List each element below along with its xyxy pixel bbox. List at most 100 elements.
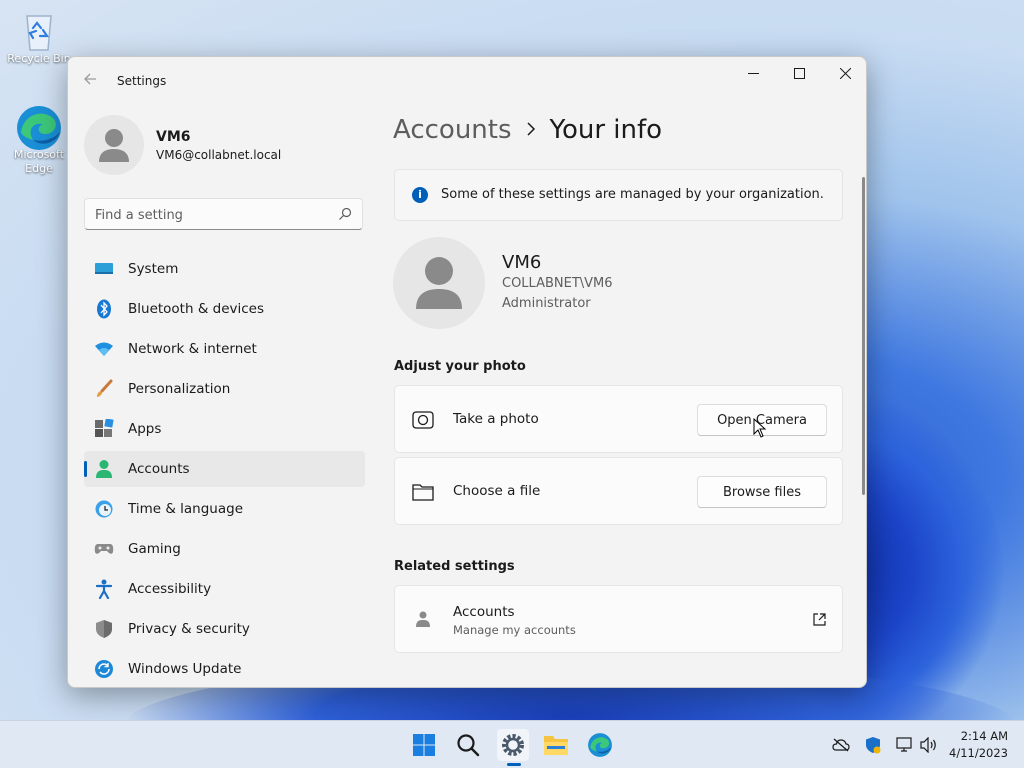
- scrollbar[interactable]: [862, 177, 865, 495]
- back-button[interactable]: [80, 71, 100, 91]
- sidebar-item-windows-update[interactable]: Windows Update: [84, 651, 365, 687]
- settings-icon: [502, 734, 524, 756]
- managed-notice: i Some of these settings are managed by …: [394, 169, 843, 221]
- desktop-icon-edge[interactable]: Microsoft Edge: [4, 104, 74, 176]
- system-icon: [94, 259, 114, 279]
- sidebar-item-time-language[interactable]: Time & language: [84, 491, 365, 527]
- sidebar-nav: System Bluetooth & devices Network & int…: [84, 251, 365, 687]
- taskbar-file-explorer-button[interactable]: [540, 729, 572, 761]
- sidebar-item-privacy[interactable]: Privacy & security: [84, 611, 365, 647]
- cloud-offline-icon: [832, 738, 850, 752]
- taskbar-edge-button[interactable]: [584, 729, 616, 761]
- maximize-icon: [793, 67, 805, 79]
- accessibility-icon: [94, 579, 114, 599]
- update-icon: [94, 659, 114, 679]
- notice-text: Some of these settings are managed by yo…: [441, 187, 824, 202]
- active-app-indicator: [507, 763, 521, 766]
- sidebar-item-label: Network & internet: [128, 341, 257, 357]
- related-accounts-row[interactable]: Accounts Manage my accounts: [394, 585, 843, 653]
- sidebar-item-network[interactable]: Network & internet: [84, 331, 365, 367]
- sidebar-item-label: Personalization: [128, 381, 231, 397]
- profile-name: VM6: [156, 129, 191, 145]
- clock-globe-icon: [94, 499, 114, 519]
- taskbar: 2:14 AM 4/11/2023: [0, 720, 1024, 768]
- title-bar[interactable]: Settings: [68, 57, 866, 105]
- user-domain: COLLABNET\VM6: [502, 276, 613, 291]
- sidebar-item-label: Bluetooth & devices: [128, 301, 265, 317]
- folder-icon: [412, 484, 434, 501]
- start-button[interactable]: [408, 729, 440, 761]
- tray-cloud-offline[interactable]: [831, 735, 851, 755]
- desktop-icon-label: Recycle Bin: [7, 52, 71, 65]
- clock-date: 4/11/2023: [949, 746, 1008, 760]
- start-icon: [413, 734, 435, 756]
- accounts-icon: [94, 459, 114, 479]
- avatar-person-icon: [416, 257, 462, 309]
- open-external-icon: [813, 613, 826, 626]
- sidebar-item-label: Windows Update: [128, 661, 242, 677]
- profile-email: VM6@collabnet.local: [156, 148, 282, 162]
- file-explorer-icon: [544, 736, 568, 755]
- sidebar-item-accounts[interactable]: Accounts: [84, 451, 365, 487]
- desktop-icon-recycle-bin[interactable]: Recycle Bin: [4, 8, 74, 66]
- recycle-bin-icon: [19, 8, 59, 51]
- sidebar-item-label: Privacy & security: [128, 621, 250, 637]
- taskbar-settings-button[interactable]: [497, 729, 529, 761]
- camera-icon: [412, 411, 434, 429]
- related-settings-heading: Related settings: [394, 559, 515, 574]
- profile-avatar[interactable]: [84, 115, 144, 175]
- minimize-icon: [747, 72, 759, 74]
- wifi-icon: [94, 339, 114, 359]
- shield-icon: [94, 619, 114, 639]
- close-button[interactable]: [822, 57, 866, 89]
- network-icon: [896, 737, 912, 752]
- related-accounts-sublabel: Manage my accounts: [453, 623, 576, 637]
- gamepad-icon: [94, 539, 114, 559]
- tray-volume[interactable]: [919, 735, 939, 755]
- info-icon: i: [412, 187, 428, 203]
- clock-time: 2:14 AM: [960, 729, 1008, 743]
- search-icon[interactable]: [338, 207, 352, 221]
- related-accounts-label: Accounts: [453, 604, 515, 620]
- sidebar-item-label: Accounts: [128, 461, 190, 477]
- system-clock[interactable]: 2:14 AM 4/11/2023: [949, 728, 1008, 762]
- choose-file-label: Choose a file: [453, 483, 541, 499]
- close-icon: [839, 67, 851, 79]
- user-avatar: [393, 237, 485, 329]
- edge-icon: [588, 733, 612, 757]
- user-name: VM6: [502, 252, 542, 273]
- desktop-icon-label: Microsoft Edge: [13, 148, 65, 175]
- minimize-button[interactable]: [730, 57, 776, 89]
- chevron-right-icon: [526, 120, 536, 141]
- taskbar-search-button[interactable]: [452, 729, 484, 761]
- sidebar-item-apps[interactable]: Apps: [84, 411, 365, 447]
- settings-window: Settings VM6 VM6@collabnet.local System …: [67, 56, 867, 688]
- search-box[interactable]: [84, 198, 363, 230]
- search-icon: [457, 734, 480, 757]
- user-role: Administrator: [502, 296, 591, 311]
- edge-icon: [17, 104, 61, 150]
- maximize-button[interactable]: [776, 57, 822, 89]
- sidebar-item-label: Accessibility: [128, 581, 212, 597]
- volume-icon: [920, 737, 936, 753]
- tray-security[interactable]: [863, 735, 883, 755]
- sidebar-item-system[interactable]: System: [84, 251, 365, 287]
- sidebar-item-label: Time & language: [128, 501, 244, 517]
- mouse-cursor-icon: [753, 418, 767, 438]
- page-title: Your info: [549, 115, 663, 145]
- choose-file-row: Choose a file Browse files: [394, 457, 843, 525]
- browse-files-button[interactable]: Browse files: [697, 476, 827, 508]
- sidebar-item-accessibility[interactable]: Accessibility: [84, 571, 365, 607]
- take-photo-label: Take a photo: [453, 411, 539, 427]
- take-photo-row: Take a photo Open Camera: [394, 385, 843, 453]
- bluetooth-icon: [94, 299, 114, 319]
- search-input[interactable]: [95, 205, 325, 225]
- adjust-photo-heading: Adjust your photo: [394, 359, 526, 374]
- sidebar-item-gaming[interactable]: Gaming: [84, 531, 365, 567]
- tray-network[interactable]: [895, 735, 915, 755]
- sidebar-item-label: Apps: [128, 421, 162, 437]
- sidebar-item-personalization[interactable]: Personalization: [84, 371, 365, 407]
- avatar-person-icon: [99, 129, 129, 162]
- breadcrumb-parent-link[interactable]: Accounts: [393, 115, 512, 145]
- sidebar-item-bluetooth[interactable]: Bluetooth & devices: [84, 291, 365, 327]
